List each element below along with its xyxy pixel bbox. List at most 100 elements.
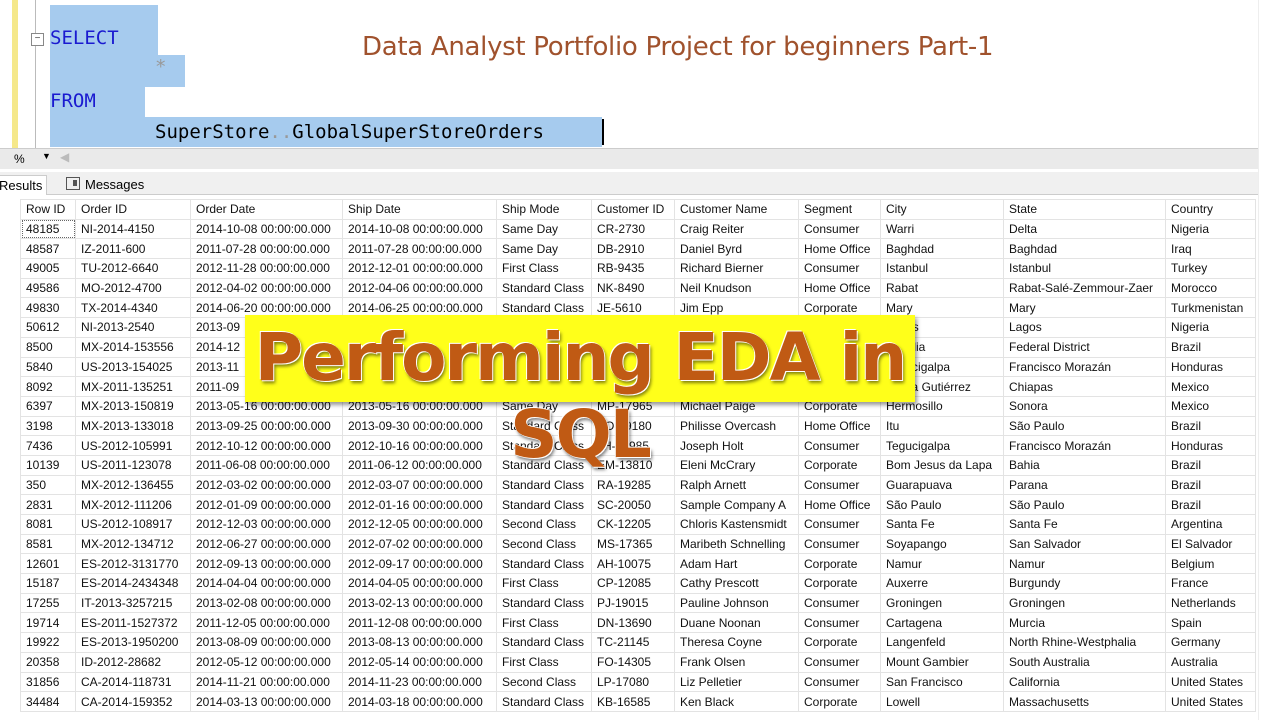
table-cell[interactable]: Nigeria	[1165, 218, 1256, 240]
table-cell[interactable]: CR-2730	[591, 218, 675, 240]
table-cell[interactable]: LP-17080	[591, 671, 675, 693]
table-cell[interactable]: Rabat	[880, 277, 1004, 299]
table-cell[interactable]: Baghdad	[880, 238, 1004, 260]
table-cell[interactable]: Namur	[1003, 553, 1166, 575]
table-cell[interactable]: 50612	[20, 317, 76, 338]
table-cell[interactable]: Mexico	[1165, 376, 1256, 397]
table-cell[interactable]: ID-2012-28682	[75, 651, 191, 673]
table-cell[interactable]: RA-19285	[591, 474, 675, 496]
table-cell[interactable]: North Rhine-Westphalia	[1003, 632, 1166, 653]
table-cell[interactable]: IT-2013-3257215	[75, 592, 191, 614]
table-cell[interactable]: Soyapango	[880, 533, 1004, 555]
table-cell[interactable]: 12601	[20, 553, 76, 575]
table-cell[interactable]: Cartagena	[880, 612, 1004, 634]
table-cell[interactable]: Auxerre	[880, 573, 1004, 594]
table-cell[interactable]: Brazil	[1165, 474, 1256, 496]
table-row[interactable]: 2831 MX-2012-111206 2012-01-09 00:00:00.00…	[20, 494, 1256, 515]
table-cell[interactable]: Bahia	[1003, 454, 1166, 476]
table-cell[interactable]: Istanbul	[880, 258, 1004, 279]
table-cell[interactable]: Ralph Arnett	[674, 474, 799, 496]
table-cell[interactable]: 2014-04-04 00:00:00.000	[190, 573, 343, 594]
query-editor[interactable]: − SELECT * FROM SuperStore..GlobalSuperS…	[0, 0, 1280, 148]
table-cell[interactable]: Federal District	[1003, 336, 1166, 358]
table-cell[interactable]: MS-17365	[591, 533, 675, 555]
table-cell[interactable]: Brazil	[1165, 454, 1256, 476]
table-cell[interactable]: 2014-10-08 00:00:00.000	[342, 218, 497, 240]
table-cell[interactable]: 31856	[20, 671, 76, 693]
column-header[interactable]: Row ID	[20, 199, 76, 220]
table-cell[interactable]: Consumer	[798, 533, 881, 555]
table-cell[interactable]: Morocco	[1165, 277, 1256, 299]
table-cell[interactable]: Warri	[880, 218, 1004, 240]
table-cell[interactable]: 2011-07-28 00:00:00.000	[342, 238, 497, 260]
table-cell[interactable]: Consumer	[798, 671, 881, 693]
table-cell[interactable]: United States	[1165, 691, 1256, 712]
table-cell[interactable]: Sonora	[1003, 395, 1166, 417]
table-cell[interactable]: 2831	[20, 494, 76, 515]
table-cell[interactable]: 2012-09-13 00:00:00.000	[190, 553, 343, 575]
table-cell[interactable]: Rabat-Salé-Zemmour-Zaer	[1003, 277, 1166, 299]
table-cell[interactable]: Home Office	[798, 494, 881, 515]
table-cell[interactable]: Consumer	[798, 514, 881, 535]
table-row[interactable]: 12601 ES-2012-3131770 2012-09-13 00:00:00.…	[20, 553, 1256, 575]
table-cell[interactable]: Second Class	[496, 671, 592, 693]
table-cell[interactable]: Santa Fe	[1003, 514, 1166, 535]
table-cell[interactable]: Delta	[1003, 218, 1166, 240]
table-row[interactable]: 34484 CA-2014-159352 2014-03-13 00:00:00.0…	[20, 691, 1256, 712]
table-cell[interactable]: 2011-12-08 00:00:00.000	[342, 612, 497, 634]
table-cell[interactable]: CA-2014-118731	[75, 671, 191, 693]
table-cell[interactable]: First Class	[496, 651, 592, 673]
table-cell[interactable]: FO-14305	[591, 651, 675, 673]
table-cell[interactable]: Standard Class	[496, 474, 592, 496]
table-cell[interactable]: Second Class	[496, 514, 592, 535]
table-cell[interactable]: 15187	[20, 573, 76, 594]
table-cell[interactable]: Francisco Morazán	[1003, 356, 1166, 378]
tab-messages[interactable]: Messages	[62, 175, 148, 194]
table-cell[interactable]: 8092	[20, 376, 76, 397]
table-cell[interactable]: 7436	[20, 435, 76, 456]
table-cell[interactable]: 2012-03-07 00:00:00.000	[342, 474, 497, 496]
column-header[interactable]: State	[1003, 199, 1166, 220]
table-cell[interactable]: 48587	[20, 238, 76, 260]
table-cell[interactable]: 2012-05-14 00:00:00.000	[342, 651, 497, 673]
table-cell[interactable]: Mount Gambier	[880, 651, 1004, 673]
table-cell[interactable]: Consumer	[798, 218, 881, 240]
table-cell[interactable]: Standard Class	[496, 277, 592, 299]
table-cell[interactable]: San Francisco	[880, 671, 1004, 693]
table-cell[interactable]: ES-2014-2434348	[75, 573, 191, 594]
table-row[interactable]: 49586 MO-2012-4700 2012-04-02 00:00:00.000…	[20, 277, 1256, 299]
table-cell[interactable]: Massachusetts	[1003, 691, 1166, 712]
table-cell[interactable]: CP-12085	[591, 573, 675, 594]
column-header[interactable]: Segment	[798, 199, 881, 220]
table-cell[interactable]: El Salvador	[1165, 533, 1256, 555]
table-cell[interactable]: Neil Knudson	[674, 277, 799, 299]
table-cell[interactable]: Corporate	[798, 573, 881, 594]
table-cell[interactable]: Richard Bierner	[674, 258, 799, 279]
table-cell[interactable]: Maribeth Schnelling	[674, 533, 799, 555]
table-cell[interactable]: Australia	[1165, 651, 1256, 673]
table-cell[interactable]: First Class	[496, 573, 592, 594]
table-cell[interactable]: 2012-06-27 00:00:00.000	[190, 533, 343, 555]
table-cell[interactable]: Standard Class	[496, 632, 592, 653]
column-header[interactable]: Customer ID	[591, 199, 675, 220]
table-cell[interactable]: MX-2012-136455	[75, 474, 191, 496]
table-cell[interactable]: San Salvador	[1003, 533, 1166, 555]
table-cell[interactable]: KB-16585	[591, 691, 675, 712]
table-cell[interactable]: Mexico	[1165, 395, 1256, 417]
table-cell[interactable]: Santa Fe	[880, 514, 1004, 535]
table-cell[interactable]: 2012-09-17 00:00:00.000	[342, 553, 497, 575]
table-cell[interactable]: TU-2012-6640	[75, 258, 191, 279]
table-cell[interactable]: Langenfeld	[880, 632, 1004, 653]
table-cell[interactable]: First Class	[496, 258, 592, 279]
table-cell[interactable]: Consumer	[798, 612, 881, 634]
table-row[interactable]: 48185 NI-2014-4150 2014-10-08 00:00:00.000…	[20, 218, 1256, 240]
table-cell[interactable]: Standard Class	[496, 592, 592, 614]
chevron-down-icon[interactable]: ▼	[42, 151, 51, 161]
table-cell[interactable]: Murcia	[1003, 612, 1166, 634]
table-cell[interactable]: 3198	[20, 415, 76, 437]
table-cell[interactable]: CA-2014-159352	[75, 691, 191, 712]
table-cell[interactable]: Frank Olsen	[674, 651, 799, 673]
table-cell[interactable]: Chloris Kastensmidt	[674, 514, 799, 535]
table-cell[interactable]: United States	[1165, 671, 1256, 693]
table-cell[interactable]: Spain	[1165, 612, 1256, 634]
